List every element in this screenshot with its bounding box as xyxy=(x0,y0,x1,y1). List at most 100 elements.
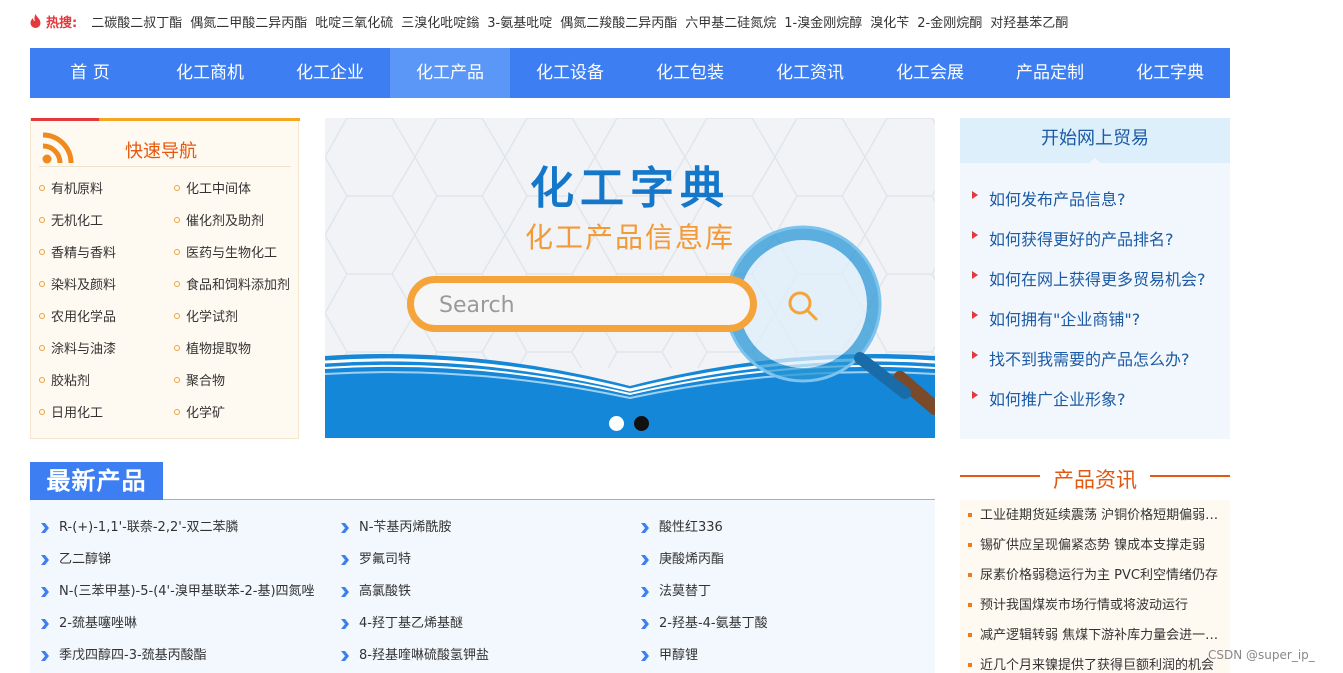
trade-help-link[interactable]: 如何拥有"企业商铺"? xyxy=(972,306,1206,346)
trade-help-link[interactable]: 找不到我需要的产品怎么办? xyxy=(972,346,1206,386)
nav-item[interactable]: 化工产品 xyxy=(390,48,510,98)
news-link-label: 近几个月来镍提供了获得巨额利润的机会 xyxy=(980,658,1215,673)
quick-nav-item[interactable]: 催化剂及助剂 xyxy=(174,211,299,243)
nav-item[interactable]: 化工包装 xyxy=(630,48,750,98)
bullet-ring-icon xyxy=(39,409,45,415)
quick-nav-top-accent xyxy=(31,118,99,121)
quick-nav-item[interactable]: 无机化工 xyxy=(39,211,174,243)
hot-search-link[interactable]: 偶氮二甲酸二异丙酯 xyxy=(190,16,307,31)
banner-carousel[interactable]: 化工字典 化工产品信息库 Search xyxy=(325,118,935,438)
carousel-dot[interactable] xyxy=(634,416,649,431)
trade-help-panel: 开始网上贸易 如何发布产品信息? 如何获得更好的产品排名? 如何在网上获得更多贸易机… xyxy=(960,118,1230,439)
product-link[interactable]: 2-巯基噻唑啉 xyxy=(40,613,340,645)
hot-search-link[interactable]: 二碳酸二叔丁酯 xyxy=(91,16,182,31)
trade-help-link[interactable]: 如何发布产品信息? xyxy=(972,186,1206,226)
product-link-label: 2-巯基噻唑啉 xyxy=(59,616,137,631)
news-link[interactable]: 近几个月来镍提供了获得巨额利润的机会 xyxy=(968,656,1225,673)
nav-item[interactable]: 产品定制 xyxy=(990,48,1110,98)
hot-search-link[interactable]: 对羟基苯乙酮 xyxy=(990,16,1068,31)
square-bullet-icon xyxy=(968,633,972,637)
product-link-label: 乙二醇锑 xyxy=(59,552,112,567)
watermark: CSDN @super_ip_ xyxy=(1208,648,1315,662)
product-link[interactable]: R-(+)-1,1'-联萘-2,2'-双二苯膦 xyxy=(40,517,340,549)
quick-nav-item[interactable]: 化工中间体 xyxy=(174,179,299,211)
main-nav: 首 页化工商机 化工企业 化工产品 化工设备 化工包装 化工资讯 化工会展 产品定制 化工字典 xyxy=(30,48,1230,98)
hot-search-link[interactable]: 1-溴金刚烷醇 xyxy=(784,16,862,31)
product-link-label: R-(+)-1,1'-联萘-2,2'-双二苯膦 xyxy=(59,520,239,535)
news-link[interactable]: 尿素价格弱稳运行为主 PVC利空情绪仍存 xyxy=(968,566,1225,596)
chevron-right-icon xyxy=(341,555,349,565)
quick-nav-item-label: 胶粘剂 xyxy=(51,374,91,389)
quick-nav-item[interactable]: 化学矿 xyxy=(174,403,299,435)
bullet-ring-icon xyxy=(174,249,180,255)
quick-nav-item[interactable]: 涂料与油漆 xyxy=(39,339,174,371)
product-link[interactable]: 季戊四醇四-3-巯基丙酸酯 xyxy=(40,645,340,673)
news-link[interactable]: 锡矿供应呈现偏紧态势 镍成本支撑走弱 xyxy=(968,536,1225,566)
rss-icon xyxy=(42,132,74,164)
hot-search-link[interactable]: 2-金刚烷酮 xyxy=(917,16,982,31)
product-link[interactable]: N-苄基丙烯酰胺 xyxy=(340,517,640,549)
latest-products-title: 最新产品 xyxy=(30,462,163,500)
quick-nav-item[interactable]: 医药与生物化工 xyxy=(174,243,299,275)
hot-search-link[interactable]: 3-氨基吡啶 xyxy=(487,16,552,31)
triangle-right-icon xyxy=(972,191,978,199)
quick-nav-item[interactable]: 日用化工 xyxy=(39,403,174,435)
product-link[interactable]: 酸性红336 xyxy=(640,517,930,549)
hot-search-items: 二碳酸二叔丁酯 偶氮二甲酸二异丙酯 吡啶三氧化硫 三溴化吡啶鎓 3-氨基吡啶 偶氮二羧酸二… xyxy=(91,12,1076,31)
chevron-right-icon xyxy=(641,619,649,629)
quick-nav-item[interactable]: 化学试剂 xyxy=(174,307,299,339)
quick-nav-item[interactable]: 染料及颜料 xyxy=(39,275,174,307)
trade-help-link[interactable]: 如何获得更好的产品排名? xyxy=(972,226,1206,266)
news-link-label: 锡矿供应呈现偏紧态势 镍成本支撑走弱 xyxy=(980,538,1206,553)
product-link[interactable]: 乙二醇锑 xyxy=(40,549,340,581)
quick-nav-list: 有机原料 化工中间体 无机化工 催化剂及助剂香精与香料 医药与生物化工 染料及颜料 食品和饲… xyxy=(39,179,299,435)
chevron-right-icon xyxy=(341,619,349,629)
banner-subtitle: 化工产品信息库 xyxy=(524,221,735,254)
nav-item[interactable]: 化工资讯 xyxy=(750,48,870,98)
nav-item[interactable]: 化工字典 xyxy=(1110,48,1230,98)
news-link[interactable]: 工业硅期货延续震荡 沪铜价格短期偏弱运行 xyxy=(968,506,1225,536)
quick-nav-item[interactable]: 香精与香料 xyxy=(39,243,174,275)
product-link[interactable]: 2-羟基-4-氨基丁酸 xyxy=(640,613,930,645)
trade-help-link-label: 如何推广企业形象? xyxy=(989,390,1126,409)
quick-nav-item[interactable]: 聚合物 xyxy=(174,371,299,403)
trade-help-link[interactable]: 如何推广企业形象? xyxy=(972,386,1206,426)
product-link[interactable]: 罗氟司特 xyxy=(340,549,640,581)
product-link[interactable]: N-(三苯甲基)-5-(4'-溴甲基联苯-2-基)四氮唑 xyxy=(40,581,340,613)
quick-nav-item[interactable]: 有机原料 xyxy=(39,179,174,211)
bullet-ring-icon xyxy=(174,345,180,351)
product-link[interactable]: 高氯酸铁 xyxy=(340,581,640,613)
product-link-label: 罗氟司特 xyxy=(359,552,412,567)
quick-nav-item[interactable]: 植物提取物 xyxy=(174,339,299,371)
hot-search-link[interactable]: 吡啶三氧化硫 xyxy=(315,16,393,31)
carousel-dot[interactable] xyxy=(609,416,624,431)
triangle-right-icon xyxy=(972,231,978,239)
square-bullet-icon xyxy=(968,603,972,607)
news-link[interactable]: 减产逻辑转弱 焦煤下游补库力量会进一步减弱 xyxy=(968,626,1225,656)
product-link-label: 季戊四醇四-3-巯基丙酸酯 xyxy=(59,648,207,663)
product-link[interactable]: 法莫替丁 xyxy=(640,581,930,613)
nav-item[interactable]: 首 页 xyxy=(30,48,150,98)
product-link[interactable]: 甲醇锂 xyxy=(640,645,930,673)
quick-nav-item[interactable]: 胶粘剂 xyxy=(39,371,174,403)
hot-search-link[interactable]: 六甲基二硅氮烷 xyxy=(685,16,776,31)
quick-nav-item-label: 香精与香料 xyxy=(51,246,117,261)
product-link[interactable]: 8-羟基喹啉硫酸氢钾盐 xyxy=(340,645,640,673)
trade-help-link[interactable]: 如何在网上获得更多贸易机会? xyxy=(972,266,1206,306)
quick-nav-item[interactable]: 农用化学品 xyxy=(39,307,174,339)
product-link[interactable]: 庚酸烯丙酯 xyxy=(640,549,930,581)
quick-nav-item[interactable]: 食品和饲料添加剂 xyxy=(174,275,299,307)
nav-item[interactable]: 化工商机 xyxy=(150,48,270,98)
news-link[interactable]: 预计我国煤炭市场行情或将波动运行 xyxy=(968,596,1225,626)
product-link[interactable]: 4-羟丁基乙烯基醚 xyxy=(340,613,640,645)
nav-item[interactable]: 化工企业 xyxy=(270,48,390,98)
square-bullet-icon xyxy=(968,513,972,517)
nav-item[interactable]: 化工设备 xyxy=(510,48,630,98)
nav-item[interactable]: 化工会展 xyxy=(870,48,990,98)
bullet-ring-icon xyxy=(39,313,45,319)
hot-search-link[interactable]: 三溴化吡啶鎓 xyxy=(401,16,479,31)
quick-nav-item-label: 日用化工 xyxy=(51,406,104,421)
hot-search-link[interactable]: 溴化苄 xyxy=(870,16,909,31)
hot-search-link[interactable]: 偶氮二羧酸二异丙酯 xyxy=(560,16,677,31)
latest-products-header: 最新产品 xyxy=(30,462,935,500)
